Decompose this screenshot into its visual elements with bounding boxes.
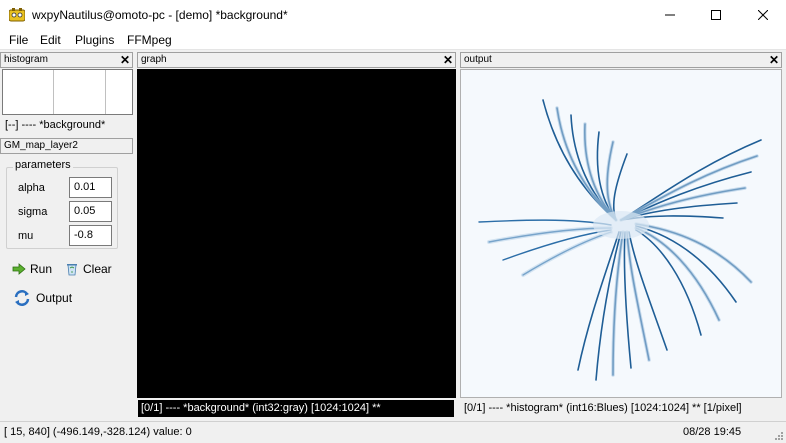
run-arrow-icon — [12, 263, 26, 275]
menu-ffmpeg[interactable]: FFMpeg — [127, 33, 172, 47]
histogram-canvas[interactable] — [2, 69, 133, 115]
window-title: wxpyNautilus@omoto-pc - [demo] *backgrou… — [32, 8, 288, 22]
nautilus-app-icon — [9, 8, 25, 22]
graph-close-icon[interactable]: ✕ — [443, 53, 453, 67]
histogram-close-icon[interactable]: ✕ — [120, 53, 130, 67]
clear-button-label: Clear — [83, 262, 112, 276]
histogram-divider — [53, 70, 54, 114]
run-button-label: Run — [30, 262, 53, 276]
status-datetime: 08/28 19:45 — [683, 426, 742, 438]
param-mu-label: mu — [18, 230, 34, 242]
parameters-group-label: parameters — [13, 159, 73, 171]
graph-image — [137, 69, 456, 398]
graph-pane-title: graph — [141, 54, 167, 65]
output-button-label: Output — [36, 291, 73, 305]
menu-bar: File Edit Plugins FFMpeg — [0, 30, 786, 50]
close-button[interactable] — [740, 0, 786, 30]
output-pane-title: output — [464, 54, 492, 65]
histogram-pane-header[interactable]: histogram ✕ — [0, 52, 133, 68]
maximize-icon — [711, 10, 721, 20]
histogram-pane-title: histogram — [4, 54, 48, 65]
histogram-divider — [105, 70, 106, 114]
param-alpha-input[interactable]: 0.01 — [69, 177, 112, 198]
maximize-button[interactable] — [693, 0, 739, 30]
output-pane-header[interactable]: output ✕ — [460, 52, 782, 68]
graph-pane-header[interactable]: graph ✕ — [137, 52, 456, 68]
param-sigma-input[interactable]: 0.05 — [69, 201, 112, 222]
output-close-icon[interactable]: ✕ — [769, 53, 779, 67]
cursor-coordinates: [ 15, 840] (-496.149,-328.124) value: 0 — [4, 426, 192, 438]
param-alpha-label: alpha — [18, 182, 45, 194]
status-bar: [ 15, 840] (-496.149,-328.124) value: 0 … — [0, 421, 786, 443]
plugin-pane-title: GM_map_layer2 — [4, 140, 78, 151]
graph-status: [0/1] ---- *background* (int32:gray) [10… — [138, 400, 454, 417]
run-button[interactable]: Run — [12, 262, 52, 276]
histogram-status: [--] ---- *background* — [2, 116, 133, 134]
param-sigma-label: sigma — [18, 206, 48, 218]
recycle-bin-icon — [67, 264, 77, 276]
minimize-button[interactable] — [647, 0, 693, 30]
minimize-icon — [665, 14, 675, 16]
menu-file[interactable]: File — [9, 33, 28, 47]
output-button[interactable]: Output — [12, 288, 72, 308]
output-status: [0/1] ---- *histogram* (int16:Blues) [10… — [461, 400, 782, 417]
menu-edit[interactable]: Edit — [40, 33, 61, 47]
graph-canvas[interactable] — [137, 69, 456, 398]
refresh-icon — [14, 290, 30, 306]
output-canvas[interactable] — [460, 69, 782, 398]
menu-plugins[interactable]: Plugins — [75, 33, 114, 47]
clear-button[interactable]: Clear — [65, 262, 112, 276]
output-image — [478, 99, 762, 381]
plugin-pane-header[interactable]: GM_map_layer2 — [0, 138, 133, 154]
close-icon — [758, 10, 768, 20]
resize-grip-icon[interactable] — [774, 431, 784, 441]
param-mu-input[interactable]: -0.8 — [69, 225, 112, 246]
title-bar: wxpyNautilus@omoto-pc - [demo] *backgrou… — [0, 0, 786, 30]
